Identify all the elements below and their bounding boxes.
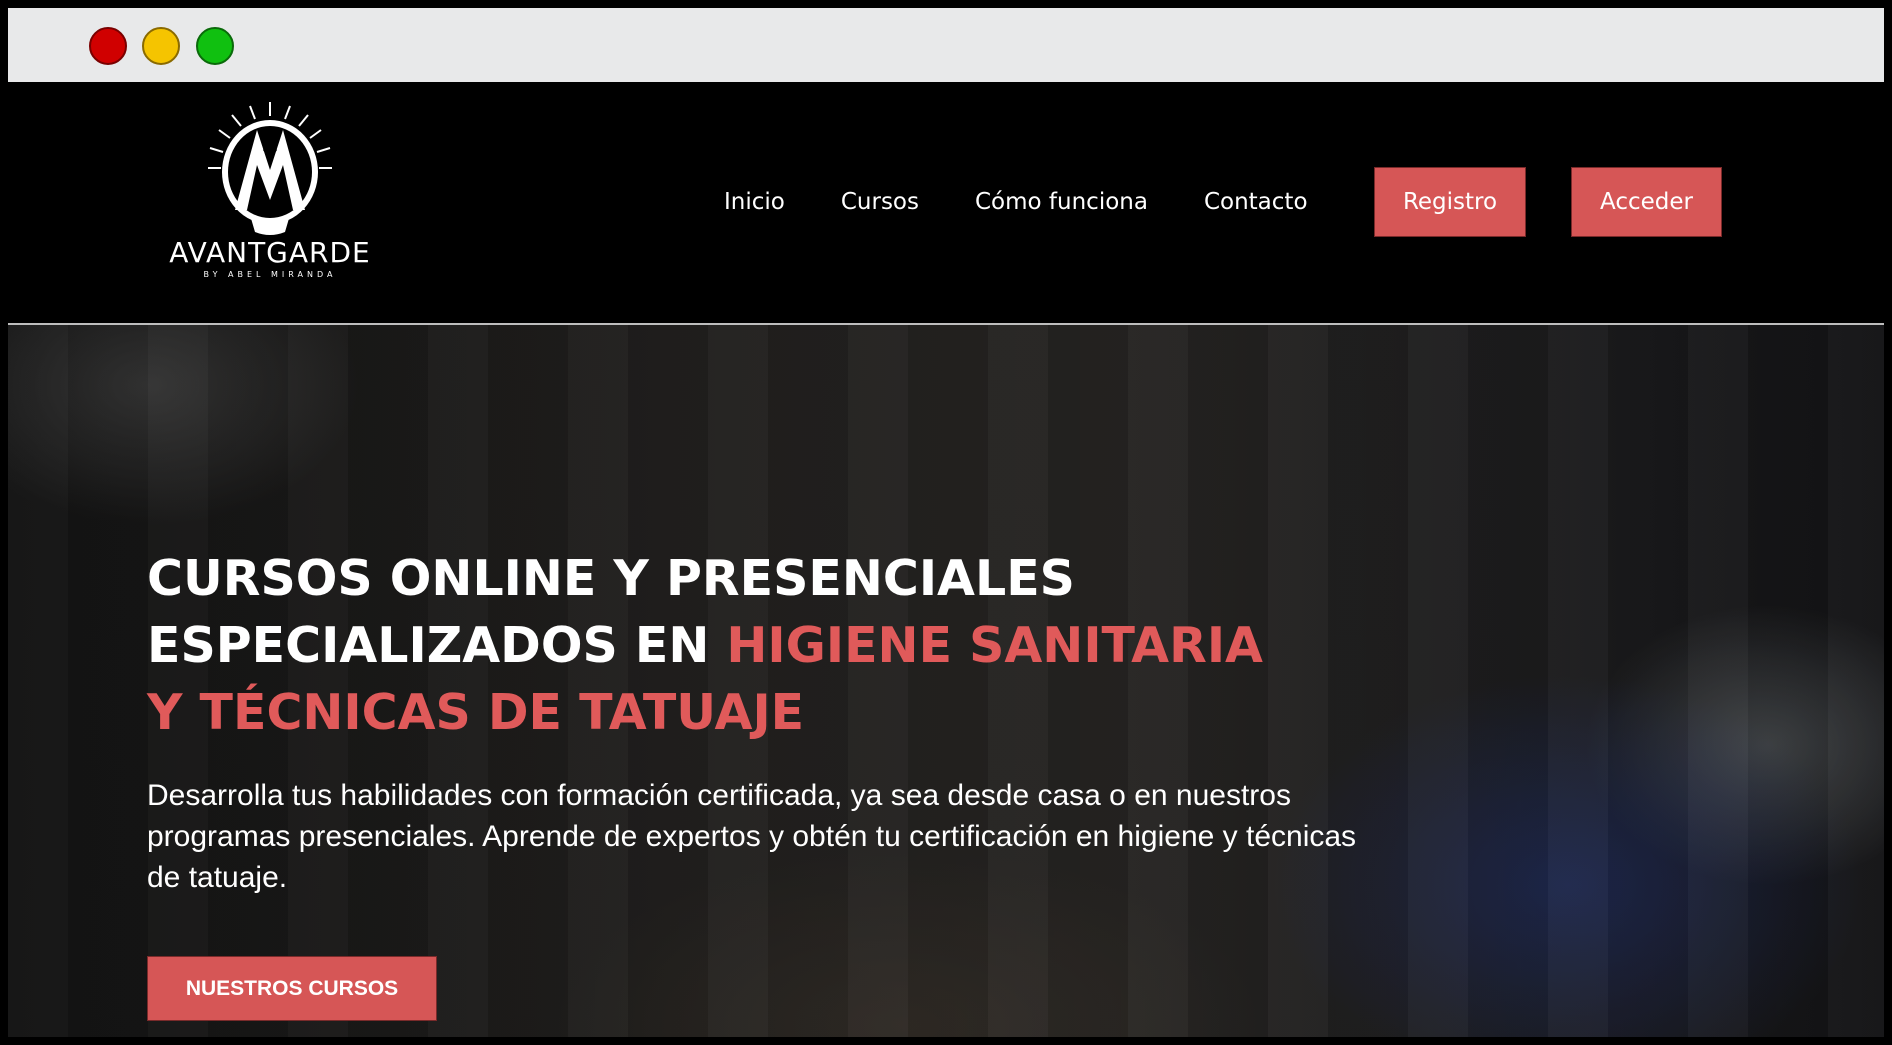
hero-description: Desarrolla tus habilidades con formación… (147, 779, 1357, 894)
nav-link-inicio[interactable]: Inicio (724, 189, 785, 215)
nuestros-cursos-button[interactable]: NUESTROS CURSOS (147, 956, 437, 1021)
logo-wordmark: AVANTGARDE (169, 236, 371, 269)
minimize-window-button[interactable] (142, 27, 180, 65)
registro-button[interactable]: Registro (1374, 167, 1526, 237)
hero-title: CURSOS ONLINE Y PRESENCIALES ESPECIALIZAD… (147, 545, 1447, 746)
browser-window: AVANTGARDE BY ABEL MIRANDA Inicio Cursos… (8, 8, 1884, 1037)
nav-link-contacto[interactable]: Contacto (1204, 189, 1308, 215)
avantgarde-emblem-icon (208, 102, 332, 235)
site-header: AVANTGARDE BY ABEL MIRANDA Inicio Cursos… (8, 82, 1884, 325)
hero-title-line-1: CURSOS ONLINE Y PRESENCIALES (147, 550, 1075, 607)
acceder-button[interactable]: Acceder (1571, 167, 1722, 237)
hero-title-accent-1: HIGIENE SANITARIA (726, 617, 1263, 674)
hero-title-line-2-white: ESPECIALIZADOS EN (147, 617, 727, 674)
maximize-window-button[interactable] (196, 27, 234, 65)
browser-chrome (8, 8, 1884, 82)
site-logo[interactable]: AVANTGARDE BY ABEL MIRANDA (165, 100, 375, 300)
nav-link-cursos[interactable]: Cursos (841, 189, 919, 215)
hero-section: CURSOS ONLINE Y PRESENCIALES ESPECIALIZAD… (8, 325, 1884, 1037)
nav-link-como-funciona[interactable]: Cómo funciona (975, 189, 1148, 215)
close-window-button[interactable] (89, 27, 127, 65)
hero-title-accent-2: Y TÉCNICAS DE TATUAJE (147, 684, 805, 741)
logo-subtitle: BY ABEL MIRANDA (203, 270, 337, 279)
main-nav: Inicio Cursos Cómo funciona Contacto (724, 167, 1364, 237)
